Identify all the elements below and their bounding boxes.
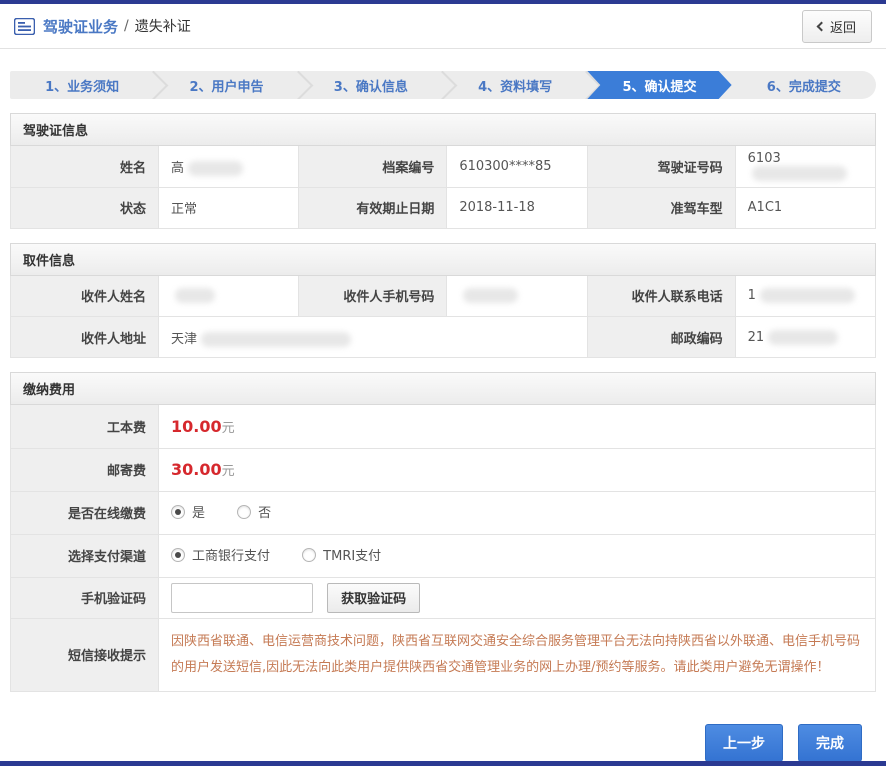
breadcrumb-separator: / — [124, 18, 129, 34]
payment-table: 工本费 10.00元 邮寄费 30.00元 是否在线缴费 是 否 — [10, 405, 876, 692]
radio-unselected-icon[interactable] — [302, 548, 316, 562]
footer-top-strip — [0, 761, 886, 766]
section-title: 缴纳费用 — [10, 372, 876, 405]
recipient-address-value: 天津 — [159, 317, 588, 358]
chevron-left-icon — [817, 21, 827, 31]
recipient-name-value — [159, 276, 299, 317]
table-row: 收件人地址 天津 邮政编码 21 — [11, 317, 876, 358]
step-5-confirm-submit: 5、确认提交 — [587, 71, 731, 99]
recipient-name-label: 收件人姓名 — [11, 276, 159, 317]
redaction-blur — [752, 166, 847, 181]
production-fee-value: 10.00元 — [159, 405, 876, 448]
radio-unselected-icon[interactable] — [237, 505, 251, 519]
recipient-phone-value: 1 — [735, 276, 875, 317]
recipient-phone-label: 收件人联系电话 — [587, 276, 735, 317]
online-payment-label: 是否在线缴费 — [11, 491, 159, 534]
redaction-blur — [760, 288, 855, 303]
recipient-address-label: 收件人地址 — [11, 317, 159, 358]
redaction-blur — [201, 332, 351, 347]
redaction-blur — [463, 288, 518, 303]
table-row: 收件人姓名 收件人手机号码 收件人联系电话 1 — [11, 276, 876, 317]
fee-unit: 元 — [222, 421, 235, 436]
previous-step-button[interactable]: 上一步 — [705, 724, 783, 762]
vehicle-class-value: A1C1 — [735, 187, 875, 228]
sms-code-label: 手机验证码 — [11, 577, 159, 618]
table-row: 手机验证码 获取验证码 — [11, 577, 876, 618]
file-number-value: 610300****85 — [447, 146, 587, 187]
radio-option-tmri[interactable]: TMRI支付 — [302, 545, 381, 564]
license-number-value: 6103 — [735, 146, 875, 187]
section-title: 驾驶证信息 — [10, 113, 876, 146]
vehicle-class-label: 准驾车型 — [587, 187, 735, 228]
license-number-label: 驾驶证号码 — [587, 146, 735, 187]
file-number-label: 档案编号 — [299, 146, 447, 187]
sms-notice-label: 短信接收提示 — [11, 618, 159, 691]
fee-amount: 30.00 — [171, 460, 222, 479]
radio-label: TMRI支付 — [323, 545, 381, 564]
get-code-button[interactable]: 获取验证码 — [327, 583, 420, 613]
step-1-business-notice: 1、业务须知 — [10, 71, 154, 99]
sms-code-input[interactable] — [171, 583, 313, 613]
name-value: 高 — [159, 146, 299, 187]
license-business-icon — [14, 18, 35, 35]
recipient-mobile-label: 收件人手机号码 — [299, 276, 447, 317]
table-row: 姓名 高 档案编号 610300****85 驾驶证号码 6103 — [11, 146, 876, 187]
back-button[interactable]: 返回 — [802, 10, 872, 43]
radio-selected-icon[interactable] — [171, 548, 185, 562]
production-fee-label: 工本费 — [11, 405, 159, 448]
table-row: 选择支付渠道 工商银行支付 TMRI支付 — [11, 534, 876, 577]
radio-option-yes[interactable]: 是 — [171, 502, 205, 521]
redaction-blur — [188, 161, 243, 176]
step-6-complete-submit: 6、完成提交 — [732, 71, 876, 99]
sms-code-cell: 获取验证码 — [159, 577, 876, 618]
status-label: 状态 — [11, 187, 159, 228]
radio-option-icbc[interactable]: 工商银行支付 — [171, 545, 270, 564]
name-label: 姓名 — [11, 146, 159, 187]
step-2-user-declaration: 2、用户申告 — [154, 71, 298, 99]
section-pickup-info: 取件信息 收件人姓名 收件人手机号码 收件人联系电话 1 收件人地址 天津 邮政… — [10, 243, 876, 359]
table-row: 是否在线缴费 是 否 — [11, 491, 876, 534]
pickup-info-table: 收件人姓名 收件人手机号码 收件人联系电话 1 收件人地址 天津 邮政编码 21 — [10, 276, 876, 359]
breadcrumb-current: 遗失补证 — [135, 16, 191, 36]
fee-amount: 10.00 — [171, 417, 222, 436]
radio-label: 是 — [192, 502, 205, 521]
page-title: 驾驶证业务 — [43, 16, 118, 37]
expiry-date-value: 2018-11-18 — [447, 187, 587, 228]
payment-channel-options: 工商银行支付 TMRI支付 — [159, 534, 876, 577]
section-payment: 缴纳费用 工本费 10.00元 邮寄费 30.00元 是否在线缴费 是 — [10, 372, 876, 692]
radio-option-no[interactable]: 否 — [237, 502, 271, 521]
sms-notice-text: 因陕西省联通、电信运营商技术问题，陕西省互联网交通安全综合服务管理平台无法向持陕… — [159, 618, 876, 691]
payment-channel-label: 选择支付渠道 — [11, 534, 159, 577]
back-button-label: 返回 — [830, 17, 856, 36]
finish-button[interactable]: 完成 — [798, 724, 862, 762]
table-row: 状态 正常 有效期止日期 2018-11-18 准驾车型 A1C1 — [11, 187, 876, 228]
fee-unit: 元 — [222, 464, 235, 479]
expiry-date-label: 有效期止日期 — [299, 187, 447, 228]
step-wizard: 1、业务须知 2、用户申告 3、确认信息 4、资料填写 5、确认提交 6、完成提… — [10, 71, 876, 99]
section-license-info: 驾驶证信息 姓名 高 档案编号 610300****85 驾驶证号码 6103 … — [10, 113, 876, 229]
postage-fee-label: 邮寄费 — [11, 448, 159, 491]
radio-label: 否 — [258, 502, 271, 521]
step-4-fill-data: 4、资料填写 — [443, 71, 587, 99]
step-3-confirm-info: 3、确认信息 — [299, 71, 443, 99]
postage-fee-value: 30.00元 — [159, 448, 876, 491]
radio-label: 工商银行支付 — [192, 545, 270, 564]
postal-code-label: 邮政编码 — [587, 317, 735, 358]
redaction-blur — [175, 288, 215, 303]
section-title: 取件信息 — [10, 243, 876, 276]
page-header: 驾驶证业务 / 遗失补证 返回 — [0, 4, 886, 49]
recipient-mobile-value — [447, 276, 587, 317]
license-info-table: 姓名 高 档案编号 610300****85 驾驶证号码 6103 状态 正常 … — [10, 146, 876, 229]
footer-actions: 上一步 完成 — [24, 724, 862, 762]
table-row: 工本费 10.00元 — [11, 405, 876, 448]
radio-selected-icon[interactable] — [171, 505, 185, 519]
online-payment-options: 是 否 — [159, 491, 876, 534]
status-value: 正常 — [159, 187, 299, 228]
redaction-blur — [768, 330, 838, 345]
table-row: 短信接收提示 因陕西省联通、电信运营商技术问题，陕西省互联网交通安全综合服务管理… — [11, 618, 876, 691]
table-row: 邮寄费 30.00元 — [11, 448, 876, 491]
postal-code-value: 21 — [735, 317, 875, 358]
